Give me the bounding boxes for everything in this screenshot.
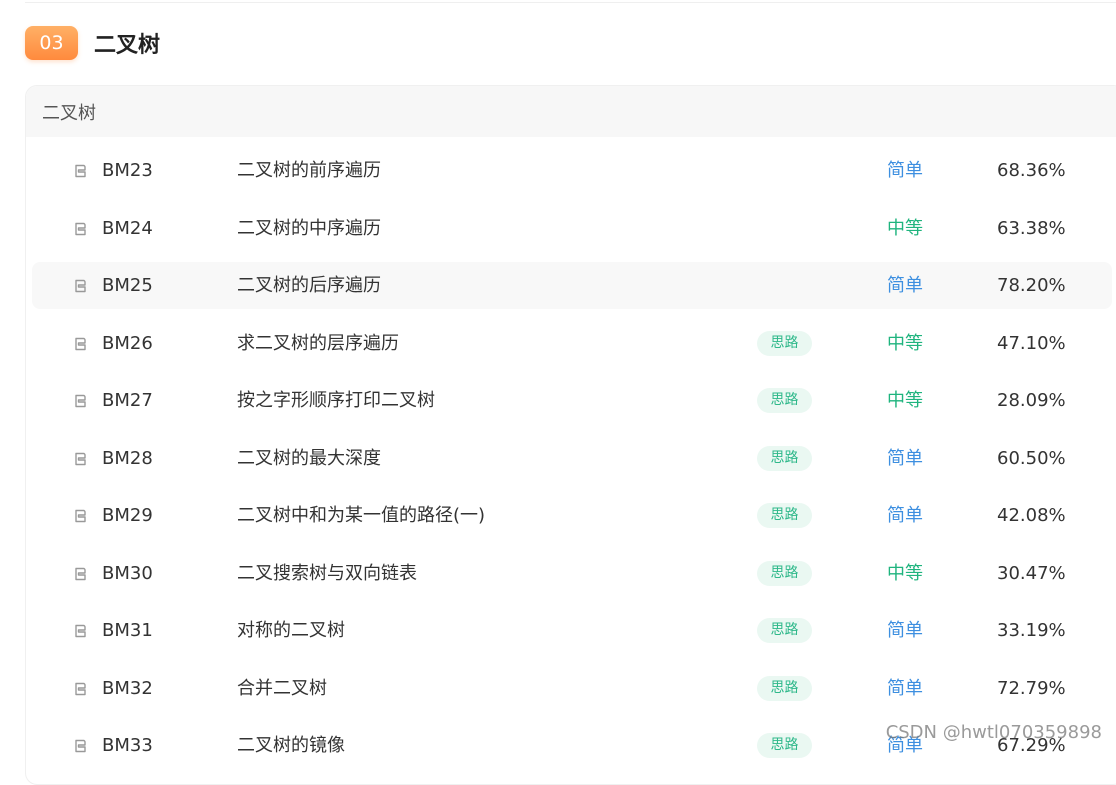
problem-doc-icon [72, 681, 88, 697]
top-divider [25, 0, 1116, 3]
problem-doc-icon [72, 393, 88, 409]
difficulty-label: 简单 [887, 262, 923, 309]
problem-code: BM30 [102, 550, 153, 597]
problem-row[interactable]: BM26 求二叉树的层序遍历 思路 中等 47.10% [32, 320, 1112, 367]
problem-title-link[interactable]: 二叉树的前序遍历 [237, 147, 381, 194]
problem-row[interactable]: BM28 二叉树的最大深度 思路 简单 60.50% [32, 435, 1112, 482]
watermark: CSDN @hwtl070359898 [886, 722, 1102, 743]
problem-code: BM29 [102, 492, 153, 539]
hint-tag[interactable]: 思路 [757, 676, 812, 701]
problem-title-link[interactable]: 二叉树的中序遍历 [237, 205, 381, 252]
problem-code: BM31 [102, 607, 153, 654]
hint-tag[interactable]: 思路 [757, 561, 812, 586]
problem-code: BM27 [102, 377, 153, 424]
problem-title-link[interactable]: 二叉搜索树与双向链表 [237, 550, 417, 597]
section-title: 二叉树 [94, 27, 160, 59]
pass-rate: 47.10% [997, 320, 1066, 367]
pass-rate: 78.20% [997, 262, 1066, 309]
problem-code: BM33 [102, 722, 153, 769]
problem-row[interactable]: BM23 二叉树的前序遍历 简单 68.36% [32, 147, 1112, 194]
problem-title-link[interactable]: 二叉树的镜像 [237, 722, 345, 769]
problem-title-link[interactable]: 二叉树的后序遍历 [237, 262, 381, 309]
problem-doc-icon [72, 566, 88, 582]
difficulty-label: 中等 [887, 377, 923, 424]
section-number-badge: 03 [25, 26, 78, 60]
problem-card: 二叉树 BM23二叉树的前序遍历简单68.36%BM24二叉树的中序遍历中等63… [25, 85, 1116, 785]
pass-rate: 63.38% [997, 205, 1066, 252]
problem-code: BM28 [102, 435, 153, 482]
problem-doc-icon [72, 336, 88, 352]
problem-doc-icon [72, 508, 88, 524]
problem-doc-icon [72, 163, 88, 179]
pass-rate: 60.50% [997, 435, 1066, 482]
problem-row[interactable]: BM31 对称的二叉树 思路 简单 33.19% [32, 607, 1112, 654]
difficulty-label: 中等 [887, 320, 923, 367]
pass-rate: 28.09% [997, 377, 1066, 424]
problem-code: BM24 [102, 205, 153, 252]
difficulty-label: 简单 [887, 435, 923, 482]
hint-tag[interactable]: 思路 [757, 503, 812, 528]
problem-code: BM23 [102, 147, 153, 194]
hint-tag[interactable]: 思路 [757, 331, 812, 356]
problem-doc-icon [72, 623, 88, 639]
problem-row[interactable]: BM32 合并二叉树 思路 简单 72.79% [32, 665, 1112, 712]
problem-title-link[interactable]: 二叉树的最大深度 [237, 435, 381, 482]
card-header: 二叉树 [26, 86, 1116, 137]
pass-rate: 33.19% [997, 607, 1066, 654]
problem-title-link[interactable]: 求二叉树的层序遍历 [237, 320, 399, 367]
problem-code: BM25 [102, 262, 153, 309]
problem-code: BM32 [102, 665, 153, 712]
difficulty-label: 简单 [887, 607, 923, 654]
difficulty-label: 中等 [887, 550, 923, 597]
problem-code: BM26 [102, 320, 153, 367]
problem-row[interactable]: BM27 按之字形顺序打印二叉树 思路 中等 28.09% [32, 377, 1112, 424]
pass-rate: 72.79% [997, 665, 1066, 712]
problem-title-link[interactable]: 对称的二叉树 [237, 607, 345, 654]
hint-tag[interactable]: 思路 [757, 446, 812, 471]
problem-title-link[interactable]: 合并二叉树 [237, 665, 327, 712]
problem-doc-icon [72, 278, 88, 294]
problem-row[interactable]: BM30 二叉搜索树与双向链表 思路 中等 30.47% [32, 550, 1112, 597]
pass-rate: 42.08% [997, 492, 1066, 539]
pass-rate: 30.47% [997, 550, 1066, 597]
problem-doc-icon [72, 738, 88, 754]
difficulty-label: 中等 [887, 205, 923, 252]
hint-tag[interactable]: 思路 [757, 733, 812, 758]
problem-doc-icon [72, 451, 88, 467]
difficulty-label: 简单 [887, 492, 923, 539]
difficulty-label: 简单 [887, 147, 923, 194]
pass-rate: 68.36% [997, 147, 1066, 194]
problem-title-link[interactable]: 按之字形顺序打印二叉树 [237, 377, 435, 424]
problem-row[interactable]: BM29 二叉树中和为某一值的路径(一) 思路 简单 42.08% [32, 492, 1112, 539]
section-header: 03 二叉树 [25, 26, 160, 60]
problem-doc-icon [72, 221, 88, 237]
hint-tag[interactable]: 思路 [757, 618, 812, 643]
difficulty-label: 简单 [887, 665, 923, 712]
problem-title-link[interactable]: 二叉树中和为某一值的路径(一) [237, 492, 485, 539]
hint-tag[interactable]: 思路 [757, 388, 812, 413]
problem-row[interactable]: BM25 二叉树的后序遍历 简单 78.20% [32, 262, 1112, 309]
problem-row[interactable]: BM24 二叉树的中序遍历 中等 63.38% [32, 205, 1112, 252]
